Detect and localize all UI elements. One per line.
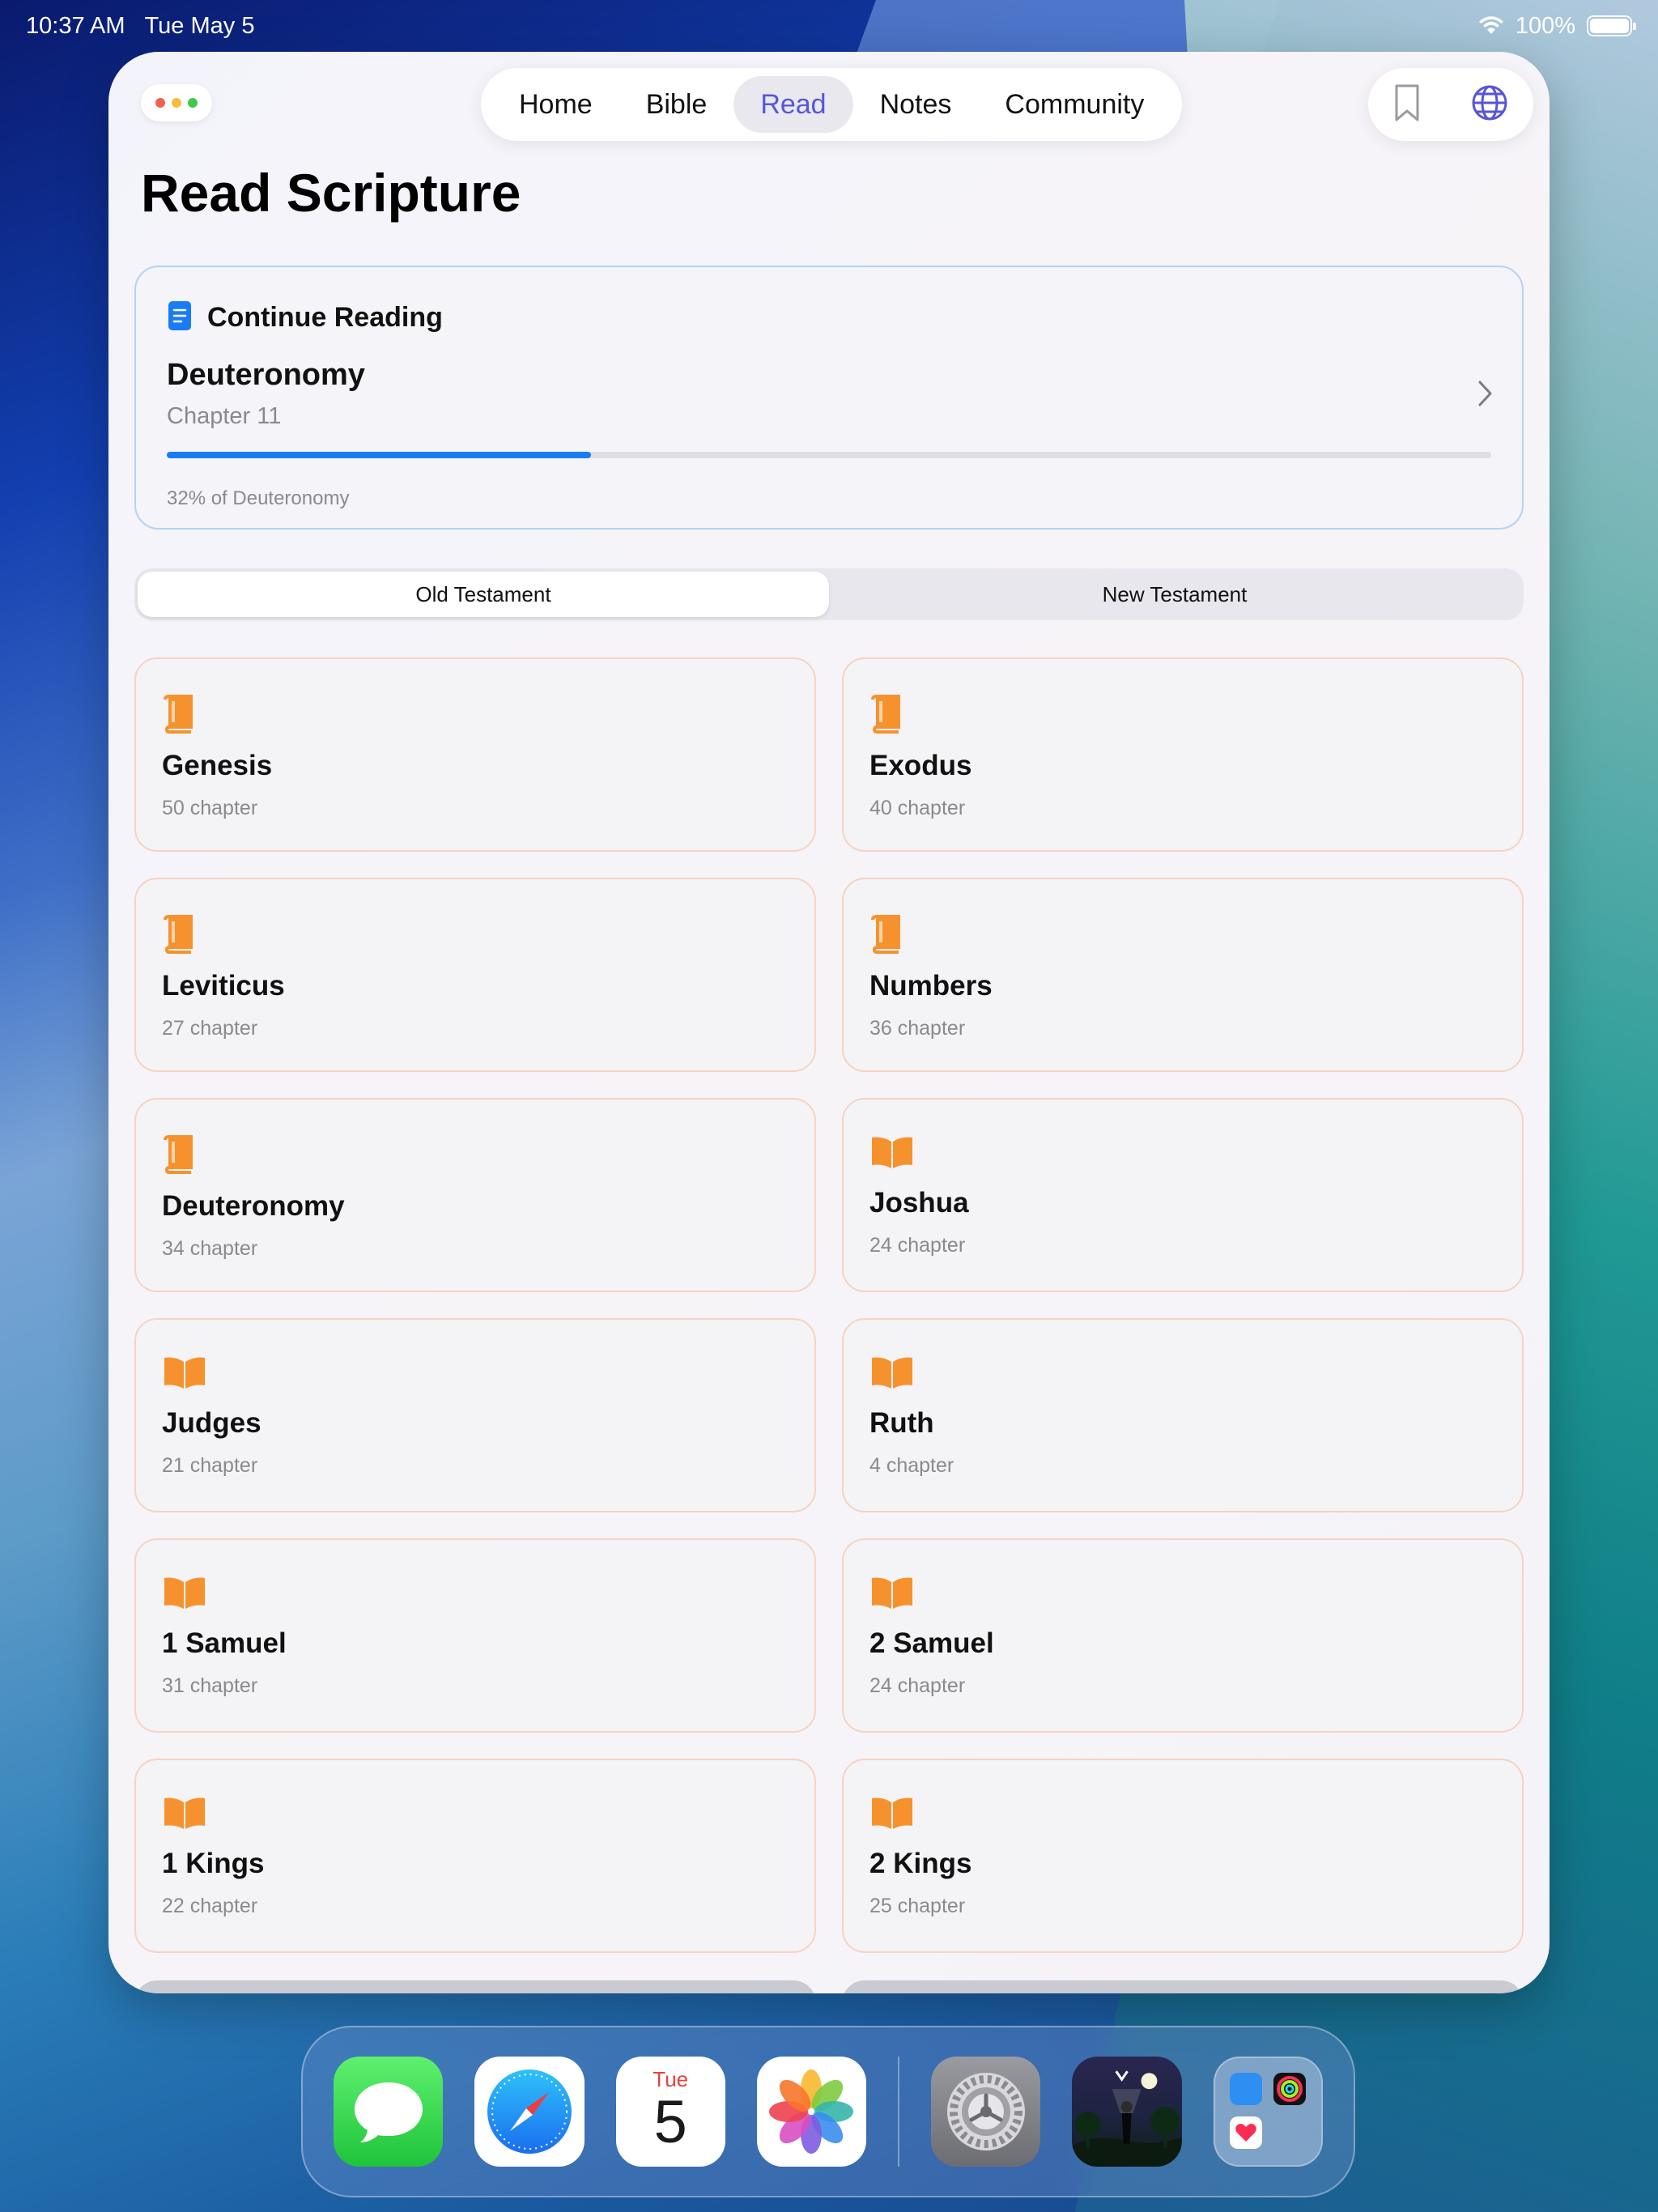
book-chapter-count: 36 chapter (869, 1017, 966, 1040)
fitness-mini-icon (1273, 2073, 1306, 2105)
continue-book-title: Deuteronomy (167, 358, 365, 392)
continue-reading-heading: Continue Reading (207, 302, 443, 333)
tab-notes[interactable]: Notes (853, 76, 979, 133)
book-chapter-count: 22 chapter (162, 1895, 258, 1917)
book-name: Numbers (869, 970, 993, 1002)
minimize-dot-icon[interactable] (172, 98, 181, 108)
toolbar-right (1368, 68, 1533, 141)
book-chapter-count: 24 chapter (869, 1234, 966, 1257)
calendar-app-icon[interactable]: Tue 5 (615, 2057, 725, 2167)
book-chapter-count: 50 chapter (162, 797, 258, 819)
book-card[interactable]: 2 Samuel 24 chapter (842, 1538, 1524, 1733)
segment-new-testament[interactable]: New Testament (829, 572, 1520, 617)
book-card[interactable]: Numbers 36 chapter (842, 878, 1524, 1072)
globe-icon[interactable] (1471, 84, 1508, 125)
reading-progress-bar (167, 452, 1491, 458)
book-card-peek-right[interactable] (842, 1980, 1524, 1993)
photos-app-icon[interactable] (756, 2057, 867, 2167)
book-chapter-count: 34 chapter (162, 1237, 258, 1260)
closed-book-icon (162, 1135, 194, 1178)
open-book-icon (162, 1796, 207, 1834)
tab-bible[interactable]: Bible (619, 76, 734, 133)
zoom-dot-icon[interactable] (188, 98, 198, 108)
book-card[interactable]: 1 Samuel 31 chapter (134, 1538, 816, 1733)
closed-book-icon (869, 915, 902, 958)
book-card[interactable]: Exodus 40 chapter (842, 657, 1524, 852)
book-chapter-count: 25 chapter (869, 1895, 966, 1917)
book-chapter-count: 40 chapter (869, 797, 966, 819)
dock: Tue 5 (301, 2026, 1355, 2197)
safari-app-icon[interactable] (474, 2057, 585, 2167)
battery-icon (1587, 15, 1636, 36)
book-card[interactable]: Genesis 50 chapter (134, 657, 816, 852)
book-card[interactable]: Leviticus 27 chapter (134, 878, 816, 1072)
book-card[interactable]: 1 Kings 22 chapter (134, 1759, 816, 1953)
game-app-icon[interactable] (1072, 2057, 1182, 2167)
open-book-icon (869, 1135, 915, 1173)
open-book-icon (869, 1576, 915, 1614)
open-book-icon (162, 1355, 207, 1393)
book-name: Joshua (869, 1187, 969, 1219)
document-icon (167, 300, 193, 336)
book-card[interactable]: Joshua 24 chapter (842, 1098, 1524, 1292)
status-date: Tue May 5 (144, 12, 255, 39)
progress-text: 32% of Deuteronomy (167, 487, 350, 509)
testament-segmented-control: Old Testament New Testament (134, 568, 1524, 620)
book-card[interactable]: Deuteronomy 34 chapter (134, 1098, 816, 1292)
bookmark-icon[interactable] (1393, 83, 1421, 126)
book-card[interactable]: Ruth 4 chapter (842, 1318, 1524, 1512)
book-name: Genesis (162, 750, 273, 781)
dock-separator (898, 2057, 900, 2167)
segment-old-testament[interactable]: Old Testament (138, 572, 829, 617)
book-grid: Genesis 50 chapter Exodus 40 chapter Levitic… (134, 657, 1524, 1953)
tab-home[interactable]: Home (492, 76, 619, 133)
close-dot-icon[interactable] (155, 98, 165, 108)
book-card-peek-left[interactable] (134, 1980, 816, 1993)
continue-chapter: Chapter 11 (167, 403, 282, 429)
app-folder-icon[interactable] (1213, 2057, 1323, 2167)
settings-app-icon[interactable] (931, 2057, 1041, 2167)
book-card[interactable]: 2 Kings 25 chapter (842, 1759, 1524, 1953)
book-name: 2 Kings (869, 1848, 972, 1879)
book-chapter-count: 21 chapter (162, 1454, 258, 1477)
book-name: 2 Samuel (869, 1627, 994, 1659)
tab-read[interactable]: Read (733, 76, 853, 133)
health-mini-icon (1229, 2116, 1262, 2149)
book-chapter-count: 24 chapter (869, 1674, 966, 1697)
window-controls[interactable] (141, 84, 212, 121)
book-name: Deuteronomy (162, 1190, 345, 1222)
status-time: 10:37 AM (26, 12, 125, 39)
book-name: Ruth (869, 1407, 934, 1439)
files-mini-icon (1229, 2073, 1262, 2105)
app-window: Home Bible Read Notes Community Read Scr… (108, 52, 1550, 1993)
book-name: 1 Samuel (162, 1627, 287, 1659)
messages-app-icon[interactable] (334, 2057, 444, 2167)
wifi-icon (1478, 16, 1504, 36)
book-chapter-count: 27 chapter (162, 1017, 258, 1040)
open-book-icon (869, 1796, 915, 1834)
book-card[interactable]: Judges 21 chapter (134, 1318, 816, 1512)
status-bar: 10:37 AM Tue May 5 100% (0, 0, 1658, 52)
page-title: Read Scripture (141, 163, 521, 223)
tab-community[interactable]: Community (978, 76, 1171, 133)
book-name: 1 Kings (162, 1848, 265, 1879)
book-name: Judges (162, 1407, 261, 1439)
top-nav: Home Bible Read Notes Community (481, 68, 1183, 141)
book-name: Leviticus (162, 970, 285, 1002)
chevron-right-icon (1477, 379, 1494, 412)
reading-progress-fill (167, 452, 591, 458)
book-chapter-count: 4 chapter (869, 1454, 954, 1477)
book-chapter-count: 31 chapter (162, 1674, 258, 1697)
calendar-date: 5 (653, 2087, 687, 2155)
battery-percent: 100% (1515, 12, 1575, 39)
open-book-icon (162, 1576, 207, 1614)
closed-book-icon (869, 695, 902, 738)
continue-reading-card[interactable]: Continue Reading Deuteronomy Chapter 11 … (134, 266, 1524, 530)
book-name: Exodus (869, 750, 972, 781)
closed-book-icon (162, 695, 194, 738)
open-book-icon (869, 1355, 915, 1393)
closed-book-icon (162, 915, 194, 958)
